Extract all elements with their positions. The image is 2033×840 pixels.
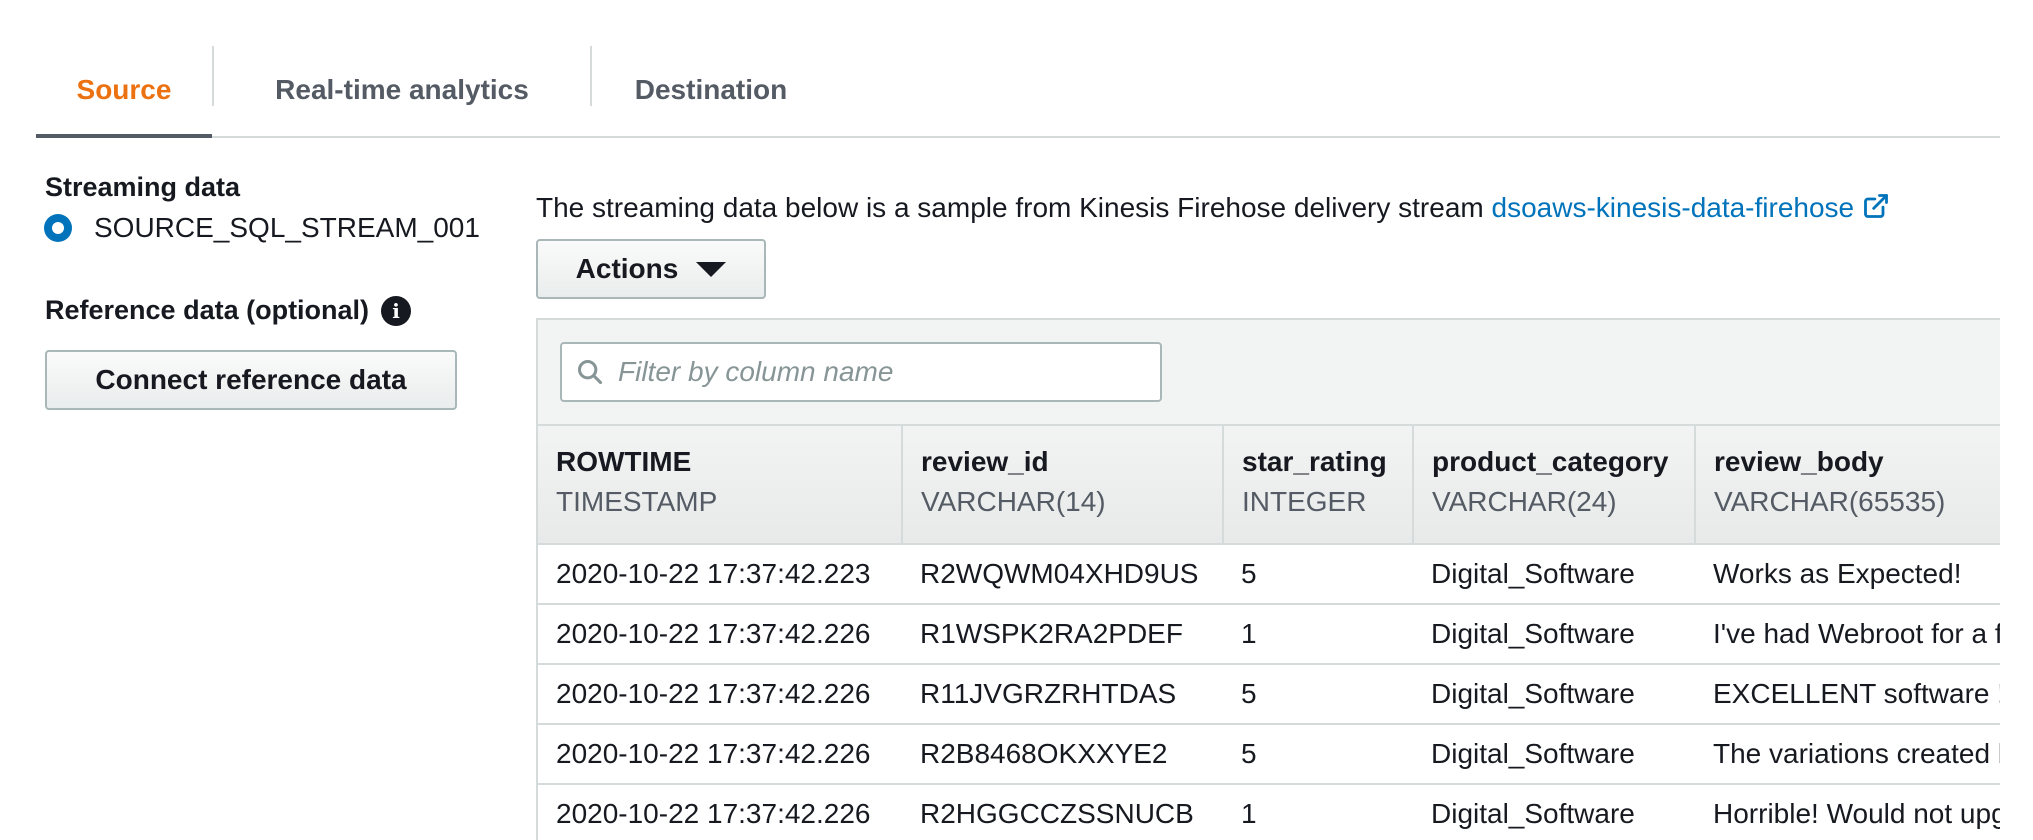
table-cell: R1WSPK2RA2PDEF bbox=[902, 604, 1223, 665]
table-cell: Works as Expected! bbox=[1695, 544, 2000, 605]
column-type: INTEGER bbox=[1242, 486, 1367, 517]
filter-bar bbox=[538, 320, 2000, 426]
actions-label: Actions bbox=[575, 253, 679, 284]
actions-dropdown-button[interactable]: Actions bbox=[536, 239, 766, 299]
streaming-data-label: Streaming data bbox=[45, 172, 241, 202]
data-table-container: ROWTIME TIMESTAMP review_id VARCHAR(14) st… bbox=[536, 318, 2000, 840]
table-cell: EXCELLENT software !!! bbox=[1695, 664, 2000, 725]
tab-source[interactable]: Source bbox=[36, 44, 212, 136]
column-type: TIMESTAMP bbox=[556, 486, 718, 517]
table-cell: The variations created by bbox=[1695, 724, 2000, 785]
connect-reference-data-button[interactable]: Connect reference data bbox=[45, 350, 457, 410]
stream-option[interactable]: SOURCE_SQL_STREAM_001 bbox=[44, 212, 480, 244]
table-cell: Digital_Software bbox=[1413, 604, 1695, 665]
tab-real-time-analytics[interactable]: Real-time analytics bbox=[214, 44, 590, 136]
table-header-row: ROWTIME TIMESTAMP review_id VARCHAR(14) st… bbox=[538, 426, 2000, 545]
column-name: review_id bbox=[921, 446, 1049, 477]
table-cell: Digital_Software bbox=[1413, 724, 1695, 785]
stream-description: The streaming data below is a sample fro… bbox=[536, 192, 1890, 224]
column-name: star_rating bbox=[1242, 446, 1387, 477]
external-link-icon[interactable] bbox=[1862, 192, 1890, 220]
table-cell: 5 bbox=[1223, 724, 1413, 785]
data-table: ROWTIME TIMESTAMP review_id VARCHAR(14) st… bbox=[538, 426, 2000, 840]
table-cell: Horrible! Would not upgrade bbox=[1695, 784, 2000, 840]
table-cell: 2020-10-22 17:37:42.226 bbox=[538, 784, 902, 840]
column-header[interactable]: review_id VARCHAR(14) bbox=[902, 426, 1224, 545]
column-header[interactable]: star_rating INTEGER bbox=[1223, 426, 1414, 545]
column-name: review_body bbox=[1714, 446, 1884, 477]
tab-bar: Source Real-time analytics Destination bbox=[36, 44, 2000, 138]
table-cell: 1 bbox=[1223, 604, 1413, 665]
column-header[interactable]: product_category VARCHAR(24) bbox=[1413, 426, 1696, 545]
column-name: ROWTIME bbox=[556, 446, 692, 477]
table-cell: R2B8468OKXXYE2 bbox=[902, 724, 1223, 785]
stream-option-label: SOURCE_SQL_STREAM_001 bbox=[94, 212, 480, 243]
caret-down-icon bbox=[696, 261, 727, 277]
table-cell: Digital_Software bbox=[1413, 664, 1695, 725]
reference-data-text: Reference data (optional) bbox=[45, 295, 370, 325]
table-cell: 2020-10-22 17:37:42.226 bbox=[538, 604, 902, 665]
active-tab-indicator bbox=[36, 134, 212, 138]
table-cell: Digital_Software bbox=[1413, 784, 1695, 840]
table-cell: 1 bbox=[1223, 784, 1413, 840]
table-row: 2020-10-22 17:37:42.226 R11JVGRZRHTDAS 5… bbox=[538, 664, 2000, 725]
table-cell: 2020-10-22 17:37:42.226 bbox=[538, 664, 902, 725]
table-row: 2020-10-22 17:37:42.223 R2WQWM04XHD9US 5… bbox=[538, 544, 2000, 605]
description-text: The streaming data below is a sample fro… bbox=[536, 192, 1484, 223]
table-cell: 2020-10-22 17:37:42.223 bbox=[538, 544, 902, 605]
table-cell: R2HGGCCZSSNUCB bbox=[902, 784, 1223, 840]
column-header[interactable]: ROWTIME TIMESTAMP bbox=[538, 426, 903, 545]
column-type: VARCHAR(14) bbox=[921, 486, 1106, 517]
tab-destination[interactable]: Destination bbox=[592, 44, 830, 136]
table-cell: I've had Webroot for a few bbox=[1695, 604, 2000, 665]
column-type: VARCHAR(24) bbox=[1432, 486, 1617, 517]
table-cell: 2020-10-22 17:37:42.226 bbox=[538, 724, 902, 785]
table-cell: 5 bbox=[1223, 544, 1413, 605]
column-type: VARCHAR(65535) bbox=[1714, 486, 1946, 517]
column-header[interactable]: review_body VARCHAR(65535) bbox=[1695, 426, 2000, 545]
info-icon[interactable]: i bbox=[381, 295, 412, 326]
filter-field[interactable] bbox=[560, 342, 1162, 402]
table-cell: 5 bbox=[1223, 664, 1413, 725]
table-cell: R2WQWM04XHD9US bbox=[902, 544, 1223, 605]
table-row: 2020-10-22 17:37:42.226 R2HGGCCZSSNUCB 1… bbox=[538, 784, 2000, 840]
table-row: 2020-10-22 17:37:42.226 R2B8468OKXXYE2 5… bbox=[538, 724, 2000, 785]
table-row: 2020-10-22 17:37:42.226 R1WSPK2RA2PDEF 1… bbox=[538, 604, 2000, 665]
radio-selected-icon[interactable] bbox=[44, 214, 72, 242]
filter-input[interactable] bbox=[616, 355, 1140, 389]
search-icon bbox=[577, 359, 603, 385]
column-name: product_category bbox=[1432, 446, 1669, 477]
table-cell: Digital_Software bbox=[1413, 544, 1695, 605]
reference-data-label: Reference data (optional) i bbox=[45, 295, 412, 326]
table-cell: R11JVGRZRHTDAS bbox=[902, 664, 1223, 725]
stream-link[interactable]: dsoaws-kinesis-data-firehose bbox=[1492, 192, 1855, 223]
